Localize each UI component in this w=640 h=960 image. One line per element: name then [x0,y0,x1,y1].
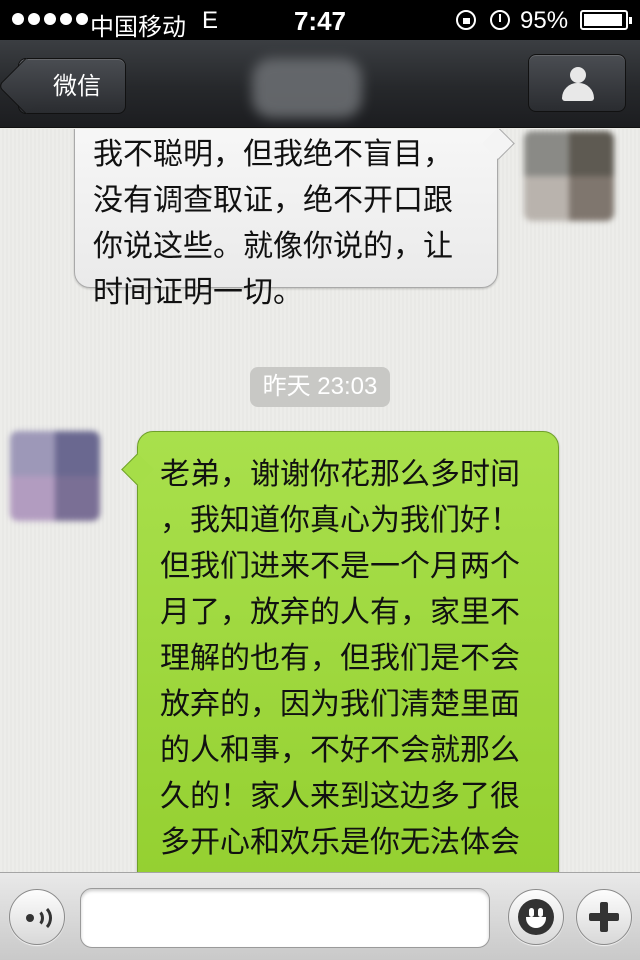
contact-profile-button[interactable] [528,54,626,112]
emoji-button[interactable] [508,889,564,945]
back-button-label: 微信 [53,72,101,100]
message-text-input[interactable] [80,888,490,948]
message-text: 老弟，谢谢你花那么多时间 ，我知道你真心为我们好！ 但我们进来不是一个月两个 月… [160,457,520,872]
person-icon [561,67,595,101]
contact-avatar[interactable] [524,131,614,221]
orientation-lock-icon [456,10,476,30]
my-avatar[interactable] [10,431,100,521]
message-text: 我不聪明，但我绝不盲目， 没有调查取证，绝不开口跟 你说这些。就像你说的，让 时… [93,137,453,310]
status-bar: 中国移动 E 7:47 95% [0,0,640,41]
navigation-bar: 微信 [0,40,640,128]
contact-name-redacted [252,58,362,118]
incoming-message-bubble[interactable]: 我不聪明，但我绝不盲目， 没有调查取证，绝不开口跟 你说这些。就像你说的，让 时… [74,129,498,310]
battery-percentage: 95% [520,7,569,34]
voice-icon [24,904,52,932]
plus-icon [589,902,619,932]
outgoing-message-bubble[interactable]: 老弟，谢谢你花那么多时间 ，我知道你真心为我们好！ 但我们进来不是一个月两个 月… [137,431,559,872]
back-button[interactable]: 微信 [18,58,126,114]
battery-icon [580,10,632,30]
message-input-bar [0,872,640,960]
more-options-button[interactable] [576,889,632,945]
chat-message-list[interactable]: 我不聪明，但我绝不盲目， 没有调查取证，绝不开口跟 你说这些。就像你说的，让 时… [0,129,640,872]
message-timestamp: 昨天 23:03 [250,367,390,407]
smile-icon [518,899,554,935]
alarm-icon [490,10,510,30]
voice-input-button[interactable] [9,889,65,945]
